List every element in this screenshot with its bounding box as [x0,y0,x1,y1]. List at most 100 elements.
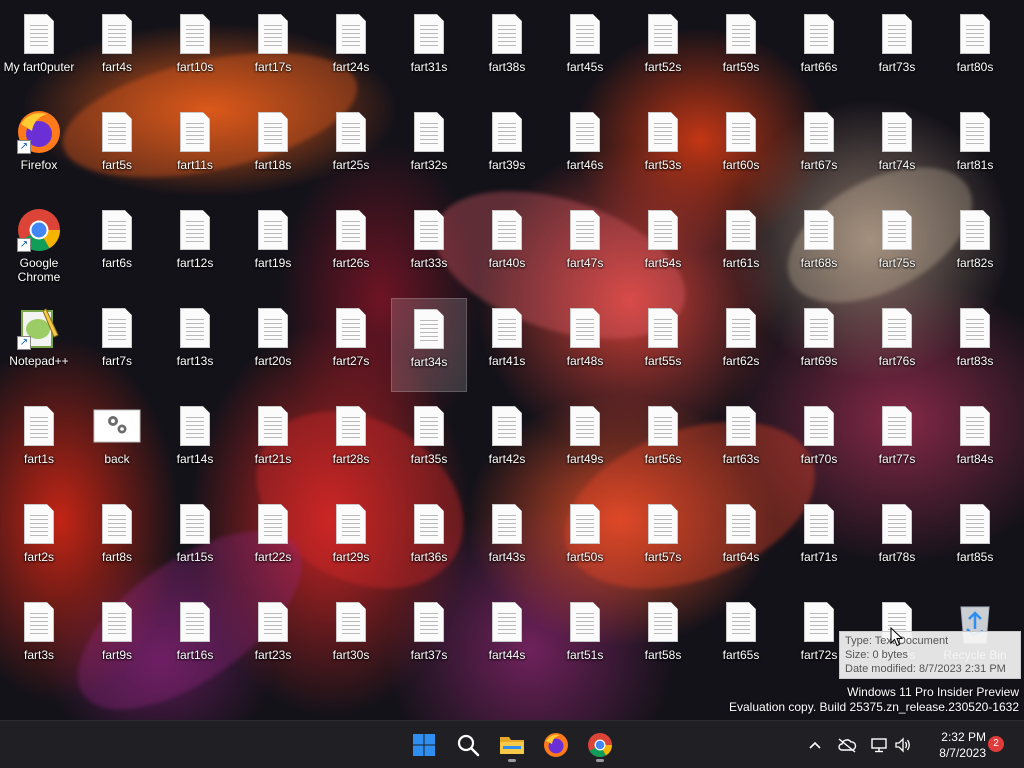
desktop-icon-fart71s[interactable]: fart71s [781,494,857,588]
desktop-icon-fart39s[interactable]: fart39s [469,102,545,196]
desktop-icon-fart33s[interactable]: fart33s [391,200,467,294]
desktop-icon-fart65s[interactable]: fart65s [703,592,779,686]
desktop-icon-fart24s[interactable]: fart24s [313,4,389,98]
desktop-icon-fart64s[interactable]: fart64s [703,494,779,588]
desktop-icon-fart38s[interactable]: fart38s [469,4,545,98]
desktop-icon-notepad-[interactable]: ↗ Notepad++ [1,298,77,392]
desktop-icon-fart18s[interactable]: fart18s [235,102,311,196]
desktop-icon-fart30s[interactable]: fart30s [313,592,389,686]
desktop-icon-fart27s[interactable]: fart27s [313,298,389,392]
desktop-icon-fart84s[interactable]: fart84s [937,396,1013,490]
desktop-icon-fart73s[interactable]: fart73s [859,4,935,98]
desktop-icon-fart15s[interactable]: fart15s [157,494,233,588]
desktop-icon-fart85s[interactable]: fart85s [937,494,1013,588]
desktop-icon-fart44s[interactable]: fart44s [469,592,545,686]
desktop-icon-fart32s[interactable]: fart32s [391,102,467,196]
desktop-icon-fart77s[interactable]: fart77s [859,396,935,490]
desktop-icon-fart81s[interactable]: fart81s [937,102,1013,196]
desktop-icon-fart82s[interactable]: fart82s [937,200,1013,294]
desktop-icon-fart29s[interactable]: fart29s [313,494,389,588]
desktop-icon-fart52s[interactable]: fart52s [625,4,701,98]
desktop-icon-fart10s[interactable]: fart10s [157,4,233,98]
desktop-icon-fart3s[interactable]: fart3s [1,592,77,686]
desktop-icon-fart66s[interactable]: fart66s [781,4,857,98]
desktop-icon-fart2s[interactable]: fart2s [1,494,77,588]
desktop-icon-fart34s[interactable]: fart34s [391,298,467,392]
desktop-icon-fart40s[interactable]: fart40s [469,200,545,294]
desktop-icon-fart35s[interactable]: fart35s [391,396,467,490]
desktop-icon-back[interactable]: back [79,396,155,490]
desktop-icon-fart16s[interactable]: fart16s [157,592,233,686]
desktop-icon-fart46s[interactable]: fart46s [547,102,623,196]
desktop-icon-fart48s[interactable]: fart48s [547,298,623,392]
desktop-icon-fart19s[interactable]: fart19s [235,200,311,294]
desktop-icon-fart37s[interactable]: fart37s [391,592,467,686]
desktop-icon-fart80s[interactable]: fart80s [937,4,1013,98]
desktop-icon-fart56s[interactable]: fart56s [625,396,701,490]
desktop-icon-fart42s[interactable]: fart42s [469,396,545,490]
desktop-icon-fart61s[interactable]: fart61s [703,200,779,294]
desktop-icon-fart67s[interactable]: fart67s [781,102,857,196]
desktop-icon-firefox[interactable]: ↗ Firefox [1,102,77,196]
desktop-icon-fart76s[interactable]: fart76s [859,298,935,392]
desktop-icon-fart22s[interactable]: fart22s [235,494,311,588]
notification-badge[interactable]: 2 [988,736,1004,752]
desktop-icon-fart31s[interactable]: fart31s [391,4,467,98]
desktop-icon-fart83s[interactable]: fart83s [937,298,1013,392]
desktop[interactable]: My fart0puter ↗ Firefox ↗ Google Chrome ↗ Note… [0,0,1024,720]
desktop-icon-fart5s[interactable]: fart5s [79,102,155,196]
desktop-icon-fart13s[interactable]: fart13s [157,298,233,392]
desktop-icon-fart4s[interactable]: fart4s [79,4,155,98]
desktop-icon-fart49s[interactable]: fart49s [547,396,623,490]
desktop-icon-fart41s[interactable]: fart41s [469,298,545,392]
desktop-icon-fart50s[interactable]: fart50s [547,494,623,588]
desktop-icon-fart47s[interactable]: fart47s [547,200,623,294]
desktop-icon-fart20s[interactable]: fart20s [235,298,311,392]
desktop-icon-fart70s[interactable]: fart70s [781,396,857,490]
desktop-icon-fart9s[interactable]: fart9s [79,592,155,686]
desktop-icon-fart8s[interactable]: fart8s [79,494,155,588]
desktop-icon-fart45s[interactable]: fart45s [547,4,623,98]
desktop-icon-fart68s[interactable]: fart68s [781,200,857,294]
onedrive-status-button[interactable] [836,734,858,756]
desktop-icon-fart7s[interactable]: fart7s [79,298,155,392]
desktop-icon-fart78s[interactable]: fart78s [859,494,935,588]
desktop-icon-fart1s[interactable]: fart1s [1,396,77,490]
desktop-icon-fart75s[interactable]: fart75s [859,200,935,294]
desktop-icon-fart28s[interactable]: fart28s [313,396,389,490]
desktop-icon-fart58s[interactable]: fart58s [625,592,701,686]
desktop-icon-fart54s[interactable]: fart54s [625,200,701,294]
desktop-icon-fart26s[interactable]: fart26s [313,200,389,294]
desktop-icon-fart53s[interactable]: fart53s [625,102,701,196]
desktop-icon-fart57s[interactable]: fart57s [625,494,701,588]
desktop-icon-fart21s[interactable]: fart21s [235,396,311,490]
desktop-icon-fart17s[interactable]: fart17s [235,4,311,98]
desktop-icon-fart62s[interactable]: fart62s [703,298,779,392]
desktop-icon-fart25s[interactable]: fart25s [313,102,389,196]
desktop-icon-fart60s[interactable]: fart60s [703,102,779,196]
chrome-taskbar-button[interactable] [582,727,618,763]
desktop-icon-fart12s[interactable]: fart12s [157,200,233,294]
desktop-icon-fart69s[interactable]: fart69s [781,298,857,392]
desktop-icon-fart36s[interactable]: fart36s [391,494,467,588]
desktop-icon-fart59s[interactable]: fart59s [703,4,779,98]
desktop-icon-fart14s[interactable]: fart14s [157,396,233,490]
firefox-taskbar-button[interactable] [538,727,574,763]
file-explorer-button[interactable] [494,727,530,763]
search-button[interactable] [450,727,486,763]
start-button[interactable] [406,727,442,763]
desktop-icon-my-fart0puter[interactable]: My fart0puter [1,4,77,98]
network-button[interactable] [868,734,890,756]
desktop-icon-fart23s[interactable]: fart23s [235,592,311,686]
desktop-icon-fart11s[interactable]: fart11s [157,102,233,196]
show-hidden-icons-button[interactable] [804,734,826,756]
desktop-icon-fart51s[interactable]: fart51s [547,592,623,686]
desktop-icon-fart43s[interactable]: fart43s [469,494,545,588]
volume-button[interactable] [892,734,914,756]
desktop-icon-fart74s[interactable]: fart74s [859,102,935,196]
clock-button[interactable]: 2:32 PM 8/7/2023 [918,729,986,761]
desktop-icon-google-chrome[interactable]: ↗ Google Chrome [1,200,77,294]
desktop-icon-fart55s[interactable]: fart55s [625,298,701,392]
desktop-icon-fart63s[interactable]: fart63s [703,396,779,490]
desktop-icon-fart6s[interactable]: fart6s [79,200,155,294]
